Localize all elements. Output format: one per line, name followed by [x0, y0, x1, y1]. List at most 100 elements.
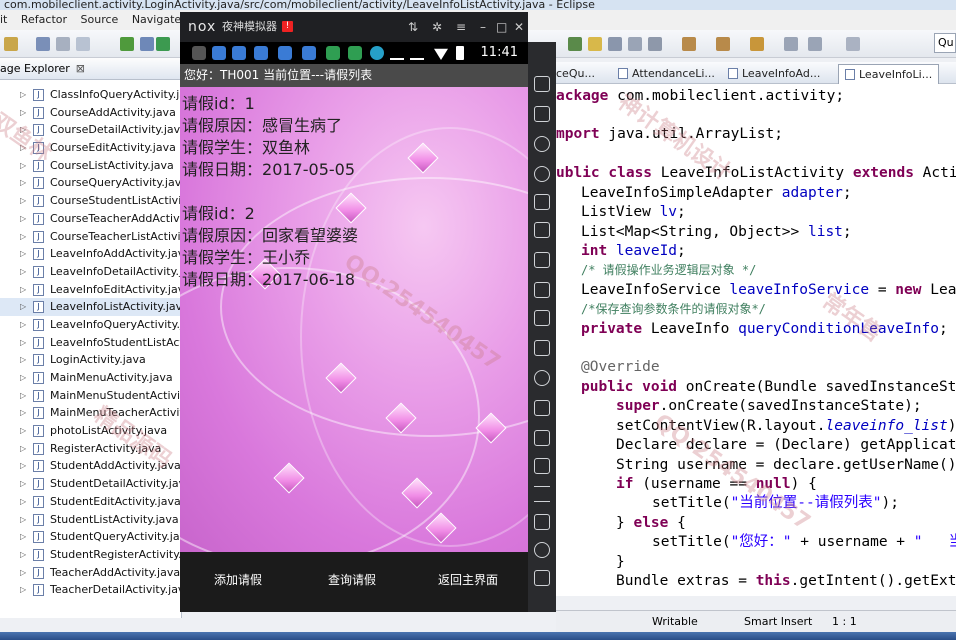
fullscreen-icon[interactable]: [534, 252, 550, 268]
multi-window-icon[interactable]: [534, 514, 550, 530]
expand-arrow-icon[interactable]: ▷: [20, 457, 26, 475]
history-forward-icon[interactable]: [808, 37, 822, 51]
file-tree-item[interactable]: ▷ J CourseStudentListActivity.: [0, 192, 181, 210]
minimize-icon[interactable]: –: [480, 12, 486, 42]
file-tree-item[interactable]: ▷ J MainMenuTeacherActivity: [0, 404, 181, 422]
expand-arrow-icon[interactable]: ▷: [20, 245, 26, 263]
settings-icon[interactable]: ✲: [432, 12, 442, 42]
file-tree-item[interactable]: ▷ J ClassInfoQueryActivity.java: [0, 86, 181, 104]
file-tree-item[interactable]: ▷ J CourseAddActivity.java: [0, 104, 181, 122]
expand-arrow-icon[interactable]: ▷: [20, 581, 26, 599]
expand-arrow-icon[interactable]: ▷: [20, 121, 26, 139]
expand-arrow-icon[interactable]: ▷: [20, 228, 26, 246]
expand-arrow-icon[interactable]: ▷: [20, 387, 26, 405]
annotation-prev-icon[interactable]: [716, 37, 730, 51]
expand-arrow-icon[interactable]: ▷: [20, 192, 26, 210]
save-icon[interactable]: [36, 37, 50, 51]
close-icon[interactable]: ✕: [514, 12, 524, 42]
file-tree-item[interactable]: ▷ J StudentRegisterActivity.jav: [0, 546, 181, 564]
leave-list-view[interactable]: 请假id：1 请假原因：感冒生病了 请假学生：双鱼林 请假日期：2017-05-…: [180, 87, 528, 552]
file-tree-item[interactable]: ▷ J CourseTeacherListActivity.: [0, 228, 181, 246]
shake-icon[interactable]: [534, 370, 550, 386]
file-tree-item[interactable]: ▷ J MainMenuActivity.java: [0, 369, 181, 387]
back-icon[interactable]: [750, 37, 764, 51]
menu-refactor[interactable]: Refactor: [21, 13, 67, 26]
rotate-icon[interactable]: [534, 76, 550, 92]
file-tree-item[interactable]: ▷ J LeaveInfoQueryActivity.jav: [0, 316, 181, 334]
file-tree-item[interactable]: ▷ J LeaveInfoStudentListActivi: [0, 334, 181, 352]
location-icon[interactable]: [534, 166, 550, 182]
back-icon[interactable]: [534, 542, 550, 558]
expand-arrow-icon[interactable]: ▷: [20, 86, 26, 104]
list-item[interactable]: 请假id：1 请假原因：感冒生病了 请假学生：双鱼林 请假日期：2017-05-…: [182, 93, 522, 181]
file-tree-item[interactable]: ▷ J CourseListActivity.java: [0, 157, 181, 175]
expand-arrow-icon[interactable]: ▷: [20, 440, 26, 458]
format-icon[interactable]: [608, 37, 622, 51]
expand-arrow-icon[interactable]: ▷: [20, 210, 26, 228]
file-tree-item[interactable]: ▷ J LeaveInfoAddActivity.java: [0, 245, 181, 263]
debug-icon[interactable]: [140, 37, 154, 51]
code-editor[interactable]: ackage com.mobileclient.activity; mport …: [556, 84, 956, 596]
menu-source[interactable]: Source: [81, 13, 119, 26]
scissors-icon[interactable]: [534, 136, 550, 152]
editor-tab-active[interactable]: LeaveInfoLi...: [838, 64, 940, 84]
volume-down-icon[interactable]: [534, 310, 550, 326]
camera-icon[interactable]: [534, 222, 550, 238]
editor-tab[interactable]: LeaveInfoAd...: [728, 64, 820, 84]
expand-arrow-icon[interactable]: ▷: [20, 174, 26, 192]
file-tree-item[interactable]: ▷ J CourseQueryActivity.java: [0, 174, 181, 192]
file-tree-item[interactable]: ▷ J CourseEditActivity.java: [0, 139, 181, 157]
file-tree-item[interactable]: ▷ J TeacherDetailActivity.java: [0, 581, 181, 599]
expand-arrow-icon[interactable]: ▷: [20, 493, 26, 511]
history-back-icon[interactable]: [784, 37, 798, 51]
more-icon[interactable]: [534, 486, 550, 502]
menu-icon[interactable]: ≡: [456, 12, 466, 42]
back-to-main-button[interactable]: 返回主界面: [408, 552, 528, 612]
volume-up-icon[interactable]: [534, 282, 550, 298]
install-icon[interactable]: [534, 340, 550, 356]
expand-arrow-icon[interactable]: ▷: [20, 528, 26, 546]
folder-icon[interactable]: [534, 458, 550, 474]
new-icon[interactable]: [4, 37, 18, 51]
maximize-icon[interactable]: □: [496, 12, 507, 42]
share-icon[interactable]: ⇅: [408, 12, 418, 42]
video-icon[interactable]: [534, 430, 550, 446]
paragraph-icon[interactable]: [648, 37, 662, 51]
menu-navigate[interactable]: Navigate: [132, 13, 181, 26]
file-tree-item[interactable]: ▷ J LeaveInfoDetailActivity.jav: [0, 263, 181, 281]
copy-icon[interactable]: [76, 37, 90, 51]
file-tree-item[interactable]: ▷ J CourseDetailActivity.java: [0, 121, 181, 139]
print-icon[interactable]: [56, 37, 70, 51]
editor-tab[interactable]: AttendanceLi...: [618, 64, 715, 84]
screen-icon[interactable]: [534, 194, 550, 210]
expand-arrow-icon[interactable]: ▷: [20, 546, 26, 564]
expand-arrow-icon[interactable]: ▷: [20, 351, 26, 369]
home-icon[interactable]: [534, 570, 550, 586]
quick-access-input[interactable]: Qu: [934, 33, 956, 53]
file-tree-item[interactable]: ▷ J StudentAddActivity.java: [0, 457, 181, 475]
robot-icon[interactable]: [534, 106, 550, 122]
editor-tab[interactable]: ceQu...: [556, 64, 595, 84]
query-leave-button[interactable]: 查询请假: [296, 552, 408, 612]
file-tree-item[interactable]: ▷ J RegisterActivity.java: [0, 440, 181, 458]
expand-arrow-icon[interactable]: ▷: [20, 564, 26, 582]
highlight-icon[interactable]: [588, 37, 602, 51]
pin-icon[interactable]: [846, 37, 860, 51]
expand-arrow-icon[interactable]: ▷: [20, 104, 26, 122]
expand-arrow-icon[interactable]: ▷: [20, 334, 26, 352]
file-tree-item[interactable]: ▷ J CourseTeacherAddActivity: [0, 210, 181, 228]
check-icon[interactable]: [156, 37, 170, 51]
expand-arrow-icon[interactable]: ▷: [20, 281, 26, 299]
expand-arrow-icon[interactable]: ▷: [20, 316, 26, 334]
menu-edit[interactable]: it: [0, 13, 7, 26]
expand-arrow-icon[interactable]: ▷: [20, 157, 26, 175]
file-tree-item[interactable]: ▷ J LeaveInfoEditActivity.java: [0, 281, 181, 299]
file-tree-item[interactable]: ▷ J TeacherAddActivity.java: [0, 564, 181, 582]
annotation-next-icon[interactable]: [682, 37, 696, 51]
keyboard-icon[interactable]: [534, 400, 550, 416]
package-explorer-tab[interactable]: age Explorer ⊠: [0, 58, 181, 80]
file-tree-item[interactable]: ▷ J StudentDetailActivity.java: [0, 475, 181, 493]
file-tree-item[interactable]: ▷ J StudentQueryActivity.java: [0, 528, 181, 546]
expand-arrow-icon[interactable]: ▷: [20, 511, 26, 529]
expand-arrow-icon[interactable]: ▷: [20, 404, 26, 422]
